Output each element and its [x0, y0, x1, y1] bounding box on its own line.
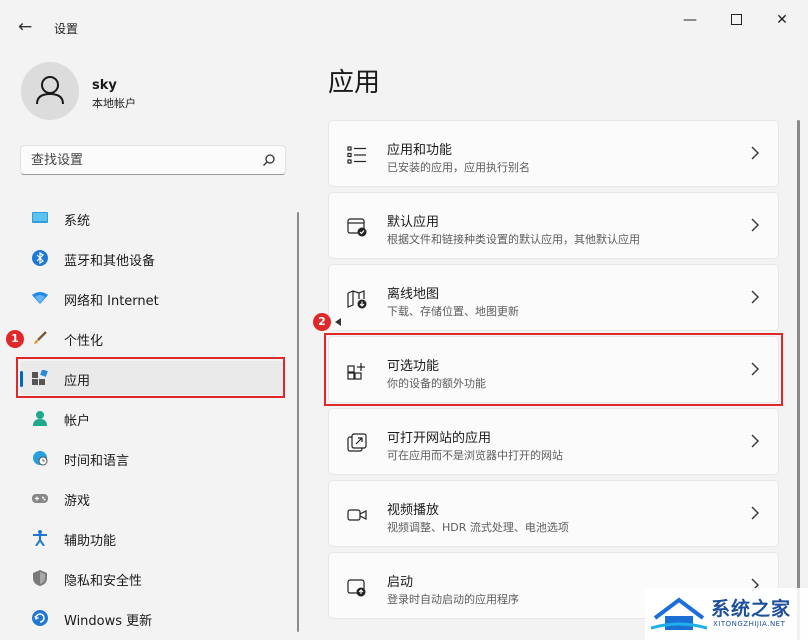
- default-app-icon: [347, 218, 367, 237]
- watermark-sub: XITONGZHIJIA.NET: [713, 620, 786, 628]
- chevron-right-icon: [751, 218, 759, 232]
- watermark-text: 系统之家: [711, 598, 792, 620]
- house-logo-icon: [651, 597, 707, 630]
- search-input[interactable]: [21, 146, 271, 174]
- card-title: 启动: [387, 575, 414, 590]
- sidebar-item-time-language[interactable]: 时间和语言: [20, 441, 284, 475]
- sidebar-item-accounts[interactable]: 帐户: [20, 401, 284, 435]
- update-icon: [32, 610, 48, 626]
- card-offline-maps[interactable]: 离线地图 下载、存储位置、地图更新: [328, 264, 779, 331]
- open-link-icon: [347, 433, 367, 452]
- close-icon[interactable]: ✕: [770, 10, 794, 30]
- sidebar-scrollbar[interactable]: [297, 212, 299, 632]
- startup-icon: [347, 579, 366, 597]
- chevron-right-icon: [751, 290, 759, 304]
- minimize-icon[interactable]: —: [678, 10, 702, 30]
- profile-account-type: 本地帐户: [92, 97, 136, 110]
- monitor-icon: [32, 212, 48, 223]
- sidebar-item-personalization[interactable]: 个性化: [20, 321, 284, 355]
- sidebar-item-accessibility[interactable]: 辅助功能: [20, 521, 284, 555]
- sidebar-item-bluetooth[interactable]: 蓝牙和其他设备: [20, 241, 284, 275]
- card-subtitle: 登录时自动启动的应用程序: [387, 593, 519, 606]
- card-title: 离线地图: [387, 287, 440, 302]
- accessibility-icon: [33, 530, 47, 546]
- search-box[interactable]: [20, 145, 286, 175]
- highlight-optional-features: [324, 333, 783, 406]
- chevron-right-icon: [751, 434, 759, 448]
- highlight-apps: [16, 357, 285, 398]
- card-default-apps[interactable]: 默认应用 根据文件和链接种类设置的默认应用，其他默认应用: [328, 192, 779, 259]
- arrow-left-icon[interactable]: ←: [18, 17, 38, 37]
- card-title: 可打开网站的应用: [387, 431, 492, 446]
- account-icon: [33, 411, 47, 426]
- card-apps-for-websites[interactable]: 可打开网站的应用 可在应用而不是浏览器中打开的网站: [328, 408, 779, 475]
- card-title: 视频播放: [387, 503, 440, 518]
- video-icon: [347, 509, 367, 521]
- card-subtitle: 可在应用而不是浏览器中打开的网站: [387, 449, 563, 462]
- search-icon[interactable]: [262, 153, 276, 167]
- sidebar-item-gaming[interactable]: 游戏: [20, 481, 284, 515]
- map-download-icon: [347, 290, 367, 309]
- card-subtitle: 视频调整、HDR 流式处理、电池选项: [387, 521, 569, 534]
- sidebar-item-network[interactable]: 网络和 Internet: [20, 281, 284, 315]
- page-title: 应用: [328, 68, 381, 98]
- gamepad-icon: [32, 494, 48, 503]
- pointer-triangle-icon: [335, 318, 341, 326]
- chevron-right-icon: [751, 506, 759, 520]
- globe-clock-icon: [33, 451, 48, 466]
- card-title: 默认应用: [387, 215, 440, 230]
- profile-name: sky: [92, 78, 117, 93]
- bluetooth-icon: [32, 250, 48, 266]
- person-icon: [36, 76, 64, 105]
- shield-icon: [33, 570, 47, 586]
- card-subtitle: 下载、存储位置、地图更新: [387, 305, 519, 318]
- card-apps-features[interactable]: 应用和功能 已安装的应用，应用执行别名: [328, 120, 779, 187]
- step-badge-2: 2: [313, 313, 331, 331]
- sidebar-item-system[interactable]: 系统: [20, 201, 284, 235]
- main-scrollbar[interactable]: [797, 120, 800, 640]
- card-video-playback[interactable]: 视频播放 视频调整、HDR 流式处理、电池选项: [328, 480, 779, 547]
- sidebar-item-windows-update[interactable]: Windows 更新: [20, 601, 284, 635]
- app-title: 设置: [54, 22, 79, 36]
- watermark: 系统之家 XITONGZHIJIA.NET: [645, 588, 808, 640]
- brush-icon: [34, 331, 47, 344]
- step-badge-1: 1: [6, 330, 24, 348]
- maximize-icon[interactable]: [724, 10, 748, 30]
- wifi-icon: [32, 292, 48, 304]
- card-subtitle: 根据文件和链接种类设置的默认应用，其他默认应用: [387, 233, 640, 246]
- avatar[interactable]: [21, 62, 79, 120]
- card-title: 应用和功能: [387, 143, 453, 158]
- list-icon: [347, 146, 366, 164]
- card-subtitle: 已安装的应用，应用执行别名: [387, 161, 530, 174]
- title-bar: ← 设置 — ✕: [0, 0, 808, 44]
- chevron-right-icon: [751, 146, 759, 160]
- sidebar-item-privacy[interactable]: 隐私和安全性: [20, 561, 284, 595]
